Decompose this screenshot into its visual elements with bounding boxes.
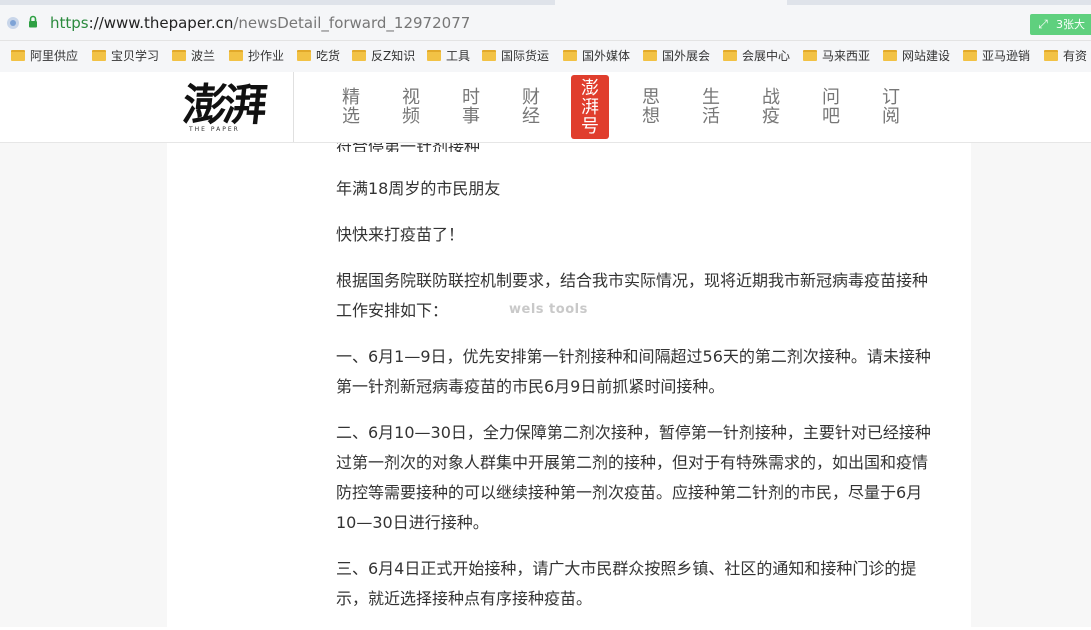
bookmark-item[interactable]: 亚马逊销 — [963, 48, 1030, 64]
folder-icon — [723, 50, 737, 61]
folder-icon — [803, 50, 817, 61]
article-paragraph: 年满18周岁的市民朋友 — [336, 179, 501, 198]
nav-item[interactable]: 思想 — [640, 88, 662, 126]
bookmark-item[interactable]: 阿里供应 — [11, 48, 78, 64]
bookmark-item[interactable]: 宝贝学习 — [92, 48, 159, 64]
article-paragraph: 二、6月10—30日，全力保障第二剂次接种，暂停第一针剂接种，主要针对已经接种过… — [336, 423, 931, 532]
folder-icon — [92, 50, 106, 61]
bookmark-item[interactable]: 国外媒体 — [563, 48, 630, 64]
extension-button[interactable]: ⤢ 3张大 — [1030, 14, 1091, 35]
url-text[interactable]: https://www.thepaper.cn/newsDetail_forwa… — [50, 13, 470, 33]
url-path: /newsDetail_forward_12972077 — [233, 14, 471, 32]
bookmark-label: 工具 — [446, 49, 471, 63]
article-paragraph: 一、6月1—9日，优先安排第一针剂接种和间隔超过56天的第二剂次接种。请未接种第… — [336, 347, 931, 396]
article-paragraph: 三、6月4日正式开始接种，请广大市民群众按照乡镇、社区的通知和接种门诊的提示，就… — [336, 559, 917, 608]
nav-highlight-label: 澎湃号 — [581, 78, 599, 137]
nav-item[interactable]: 财经 — [520, 88, 542, 126]
nav-item[interactable]: 生活 — [700, 88, 722, 126]
bookmark-label: 波兰 — [191, 49, 216, 63]
folder-icon — [883, 50, 897, 61]
page-margin-left — [0, 142, 167, 627]
extension-label: 3张大 — [1056, 18, 1085, 31]
bookmarks-bar: 阿里供应 宝贝学习 波兰 抄作业 吃货 反Z知识 工具 国际货运 国外媒体 国外… — [0, 41, 1091, 73]
bookmark-label: 有资 — [1063, 49, 1088, 63]
bookmark-item[interactable]: 吃货 — [297, 48, 340, 64]
nav-item[interactable]: 时事 — [460, 88, 482, 126]
bookmark-label: 国外媒体 — [582, 49, 631, 63]
folder-icon — [1044, 50, 1058, 61]
bookmark-label: 网站建设 — [902, 49, 951, 63]
bookmark-label: 国际货运 — [501, 49, 550, 63]
folder-icon — [172, 50, 186, 61]
folder-icon — [427, 50, 441, 61]
article-body: 年满18周岁的市民朋友 快快来打疫苗了！ 根据国务院联防联控机制要求，结合我市实… — [336, 132, 936, 630]
folder-icon — [563, 50, 577, 61]
url-protocol: https — [50, 14, 89, 32]
bookmark-item[interactable]: 有资 — [1044, 48, 1087, 64]
logo-text: 澎湃 — [180, 80, 266, 131]
lock-icon — [29, 15, 37, 28]
folder-icon — [229, 50, 243, 61]
folder-icon — [643, 50, 657, 61]
page-margin-right — [971, 142, 1091, 627]
bookmark-item[interactable]: 会展中心 — [723, 48, 790, 64]
bookmark-item[interactable]: 工具 — [427, 48, 470, 64]
bookmark-label: 宝贝学习 — [111, 49, 160, 63]
url-host: ://www.thepaper.cn — [88, 14, 234, 32]
bookmark-item[interactable]: 国外展会 — [643, 48, 710, 64]
nav-item[interactable]: 订阅 — [880, 88, 902, 126]
site-header: 澎湃 THE PAPER 精选 视频 时事 财经 澎湃号 思想 生活 战疫 问吧… — [0, 72, 1091, 143]
bookmark-label: 阿里供应 — [30, 49, 79, 63]
logo-subtitle: THE PAPER — [189, 126, 240, 133]
bookmark-item[interactable]: 马来西亚 — [803, 48, 870, 64]
bookmark-label: 马来西亚 — [822, 49, 871, 63]
bookmark-label: 反Z知识 — [371, 49, 416, 63]
nav-item[interactable]: 问吧 — [820, 88, 842, 126]
nav-item-highlight[interactable]: 澎湃号 — [571, 75, 609, 139]
nav-item[interactable]: 精选 — [340, 88, 362, 126]
bookmark-item[interactable]: 抄作业 — [229, 48, 284, 64]
nav-item[interactable]: 视频 — [400, 88, 422, 126]
bookmark-item[interactable]: 反Z知识 — [352, 48, 415, 64]
folder-icon — [963, 50, 977, 61]
folder-icon — [352, 50, 366, 61]
header-divider — [293, 72, 294, 142]
folder-icon — [297, 50, 311, 61]
folder-icon — [11, 50, 25, 61]
bookmark-label: 抄作业 — [248, 49, 285, 63]
bookmark-label: 吃货 — [316, 49, 341, 63]
bookmark-label: 会展中心 — [742, 49, 791, 63]
site-logo[interactable]: 澎湃 THE PAPER — [180, 80, 275, 134]
folder-icon — [482, 50, 496, 61]
site-info-icon[interactable] — [7, 17, 19, 29]
article-paragraph: 快快来打疫苗了！ — [336, 225, 465, 244]
bookmark-label: 亚马逊销 — [982, 49, 1031, 63]
watermark: wels tools — [509, 302, 588, 317]
expand-icon: ⤢ — [1038, 17, 1048, 31]
bookmark-item[interactable]: 网站建设 — [883, 48, 950, 64]
bookmark-item[interactable]: 波兰 — [172, 48, 215, 64]
article-paragraph: 根据国务院联防联控机制要求，结合我市实际情况，现将近期我市新冠病毒疫苗接种工作安… — [336, 271, 929, 320]
bookmark-item[interactable]: 国际货运 — [482, 48, 549, 64]
nav-item[interactable]: 战疫 — [760, 88, 782, 126]
bookmark-label: 国外展会 — [662, 49, 711, 63]
address-bar[interactable]: https://www.thepaper.cn/newsDetail_forwa… — [0, 5, 1091, 41]
